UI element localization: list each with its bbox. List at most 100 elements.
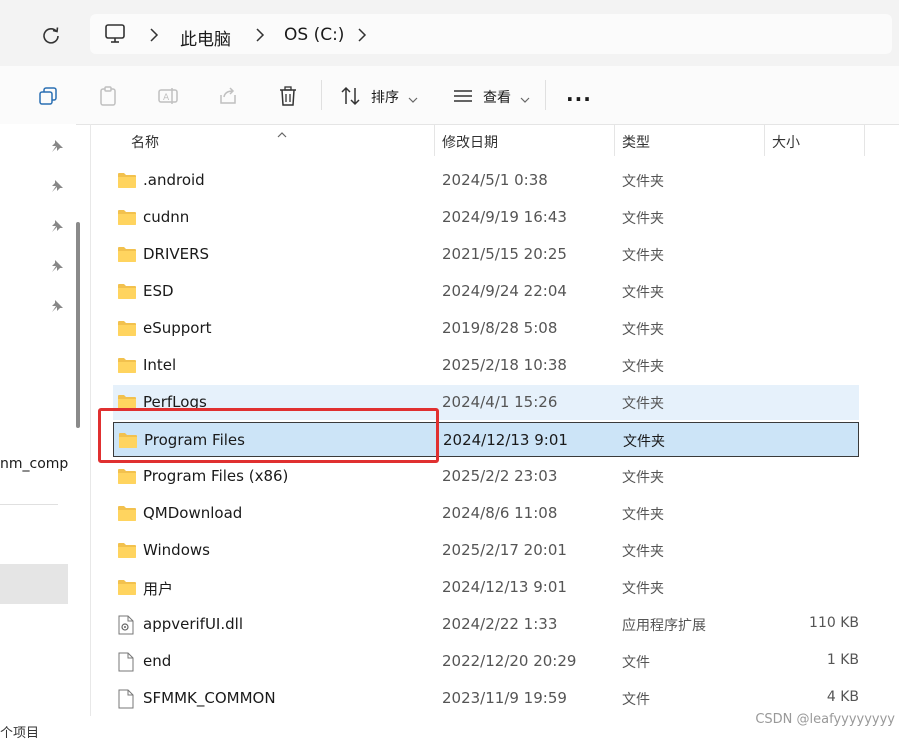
watermark: CSDN @leafyyyyyyyy bbox=[755, 712, 895, 727]
file-type: 文件夹 bbox=[622, 322, 664, 338]
file-modified-date: 2019/8/28 5:08 bbox=[442, 319, 558, 337]
sort-icon[interactable] bbox=[339, 84, 363, 108]
column-divider[interactable] bbox=[764, 124, 765, 156]
folder-icon bbox=[117, 282, 139, 302]
pin-icon[interactable] bbox=[50, 298, 64, 312]
column-divider[interactable] bbox=[864, 124, 865, 156]
more-options-button[interactable]: ... bbox=[566, 82, 592, 106]
column-header-size[interactable]: 大小 bbox=[772, 132, 800, 152]
file-modified-date: 2024/9/19 16:43 bbox=[442, 208, 567, 226]
breadcrumb-os-c[interactable]: OS (C:) bbox=[284, 25, 344, 45]
file-type: 文件夹 bbox=[622, 359, 664, 375]
chevron-right-icon[interactable] bbox=[254, 27, 266, 46]
file-modified-date: 2024/9/24 22:04 bbox=[442, 282, 567, 300]
file-type: 文件夹 bbox=[622, 396, 664, 412]
file-modified-date: 2024/8/6 11:08 bbox=[442, 504, 558, 522]
file-type: 应用程序扩展 bbox=[622, 618, 706, 634]
file-type: 文件夹 bbox=[622, 507, 664, 523]
chevron-right-icon[interactable] bbox=[356, 27, 368, 46]
chevron-right-icon[interactable] bbox=[148, 27, 160, 46]
breadcrumb-this-pc[interactable]: 此电脑 bbox=[180, 25, 231, 50]
file-size: 4 KB bbox=[826, 689, 859, 705]
share-icon[interactable] bbox=[216, 84, 240, 108]
copy-icon[interactable] bbox=[36, 84, 60, 108]
this-pc-icon[interactable] bbox=[104, 23, 126, 49]
file-row[interactable]: Intel 2025/2/18 10:38 文件夹 bbox=[113, 348, 859, 383]
file-row[interactable]: SFMMK_COMMON 2023/11/9 19:59 文件 4 KB bbox=[113, 681, 859, 716]
file-name: ESD bbox=[143, 282, 174, 300]
file-type: 文件夹 bbox=[622, 211, 664, 227]
folder-icon bbox=[117, 541, 139, 561]
folder-icon bbox=[117, 171, 139, 191]
file-name: Intel bbox=[143, 356, 177, 374]
file-name: DRIVERS bbox=[143, 245, 210, 263]
column-divider[interactable] bbox=[434, 124, 435, 156]
file-size: 110 KB bbox=[809, 615, 859, 631]
delete-icon[interactable] bbox=[276, 84, 300, 108]
file-row[interactable]: DRIVERS 2021/5/15 20:25 文件夹 bbox=[113, 237, 859, 272]
file-row[interactable]: ESD 2024/9/24 22:04 文件夹 bbox=[113, 274, 859, 309]
file-row[interactable]: Windows 2025/2/17 20:01 文件夹 bbox=[113, 533, 859, 568]
file-modified-date: 2025/2/18 10:38 bbox=[442, 356, 567, 374]
file-name: eSupport bbox=[143, 319, 212, 337]
file-modified-date: 2024/2/22 1:33 bbox=[442, 615, 558, 633]
file-name: 用户 bbox=[143, 580, 174, 598]
pin-icon[interactable] bbox=[50, 218, 64, 232]
column-header-name[interactable]: 名称 bbox=[131, 132, 159, 152]
file-size: 1 KB bbox=[826, 652, 859, 668]
file-type: 文件 bbox=[622, 655, 650, 671]
file-row[interactable]: Program Files (x86) 2025/2/2 23:03 文件夹 bbox=[113, 459, 859, 494]
refresh-icon bbox=[43, 27, 59, 44]
column-header-modified[interactable]: 修改日期 bbox=[442, 132, 498, 152]
file-row[interactable]: appverifUI.dll 2024/2/22 1:33 应用程序扩展 110 KB bbox=[113, 607, 859, 642]
file-modified-date: 2024/12/13 9:01 bbox=[442, 578, 567, 596]
file-row[interactable]: 用户 2024/12/13 9:01 文件夹 bbox=[113, 570, 859, 605]
sort-ascending-icon bbox=[277, 124, 287, 143]
file-row[interactable]: .android 2024/5/1 0:38 文件夹 bbox=[113, 163, 859, 198]
chevron-down-icon[interactable] bbox=[408, 89, 418, 108]
view-button[interactable]: 查看 bbox=[483, 87, 511, 107]
refresh-button[interactable] bbox=[38, 22, 64, 48]
file-name: Windows bbox=[143, 541, 210, 559]
column-header-type[interactable]: 类型 bbox=[622, 132, 650, 152]
pin-icon[interactable] bbox=[50, 178, 64, 192]
file-row[interactable]: QMDownload 2024/8/6 11:08 文件夹 bbox=[113, 496, 859, 531]
status-item-count: 个项目 bbox=[0, 726, 40, 741]
file-row[interactable]: end 2022/12/20 20:29 文件 1 KB bbox=[113, 644, 859, 679]
file-type: 文件夹 bbox=[622, 174, 664, 190]
pin-icon[interactable] bbox=[50, 258, 64, 272]
address-bar-area: 此电脑 OS (C:) bbox=[0, 0, 899, 66]
file-modified-date: 2024/5/1 0:38 bbox=[442, 171, 548, 189]
sort-button[interactable]: 排序 bbox=[371, 87, 399, 107]
folder-icon bbox=[117, 245, 139, 265]
file-row[interactable]: cudnn 2024/9/19 16:43 文件夹 bbox=[113, 200, 859, 235]
view-icon[interactable] bbox=[451, 84, 475, 108]
address-bar[interactable]: 此电脑 OS (C:) bbox=[90, 14, 892, 54]
file-type: 文件夹 bbox=[622, 470, 664, 486]
column-divider[interactable] bbox=[614, 124, 615, 156]
file-type: 文件夹 bbox=[622, 248, 664, 264]
file-name: end bbox=[143, 652, 172, 670]
file-modified-date: 2023/11/9 19:59 bbox=[442, 689, 567, 707]
folder-icon bbox=[117, 467, 139, 487]
nav-item-partial[interactable]: nm_comp bbox=[0, 456, 68, 472]
folder-icon bbox=[117, 356, 139, 376]
file-name: SFMMK_COMMON bbox=[143, 689, 276, 707]
pin-icon[interactable] bbox=[50, 138, 64, 152]
file-modified-date: 2021/5/15 20:25 bbox=[442, 245, 567, 263]
command-bar: A 排序 查看 ... bbox=[0, 66, 899, 125]
file-modified-date: 2025/2/17 20:01 bbox=[442, 541, 567, 559]
file-icon bbox=[117, 652, 139, 672]
file-row[interactable]: eSupport 2019/8/28 5:08 文件夹 bbox=[113, 311, 859, 346]
file-icon bbox=[117, 689, 139, 709]
paste-icon[interactable] bbox=[96, 84, 120, 108]
dll-file-icon bbox=[117, 615, 139, 635]
nav-scrollbar[interactable] bbox=[76, 222, 80, 428]
file-type: 文件夹 bbox=[622, 544, 664, 560]
toolbar-divider bbox=[545, 80, 546, 110]
nav-item-selected[interactable] bbox=[0, 564, 68, 604]
file-modified-date: 2024/12/13 9:01 bbox=[443, 431, 568, 449]
file-name: cudnn bbox=[143, 208, 190, 226]
chevron-down-icon[interactable] bbox=[520, 89, 530, 108]
rename-icon[interactable]: A bbox=[156, 84, 180, 108]
